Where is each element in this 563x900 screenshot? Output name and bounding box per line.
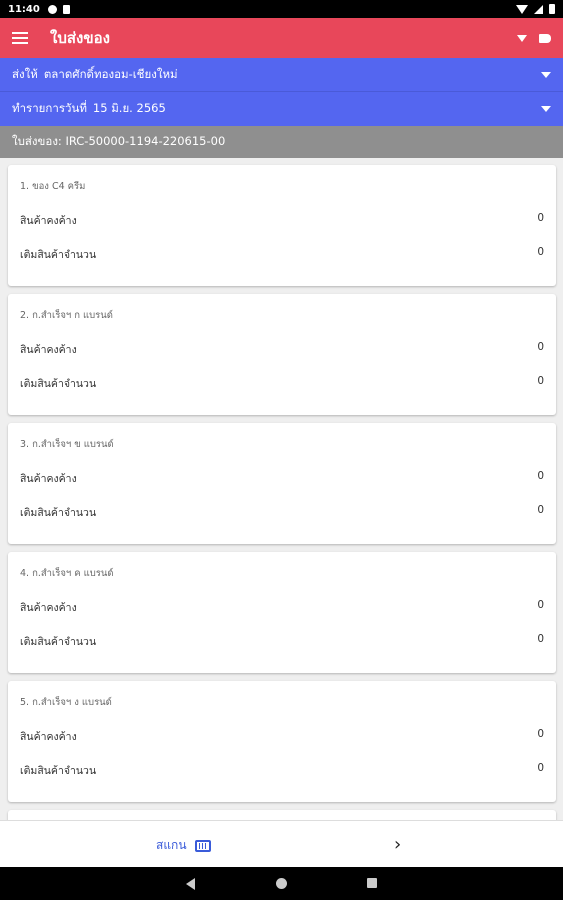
outstanding-label: สินค้าคงค้าง <box>20 473 77 485</box>
outstanding-value: 0 <box>537 599 544 611</box>
document-number: ใบส่งของ: IRC-50000-1194-220615-00 <box>12 134 226 148</box>
item-title: 4. ก.สำเร็จฯ ค แบรนด์ <box>20 568 114 579</box>
date-label: ทำรายการวันที่ <box>12 101 87 115</box>
outstanding-label: สินค้าคงค้าง <box>20 344 77 356</box>
outstanding-value: 0 <box>537 341 544 353</box>
recents-icon[interactable] <box>367 878 377 888</box>
item-title: 5. ก.สำเร็จฯ ง แบรนด์ <box>20 697 112 708</box>
signal-icon <box>534 4 543 14</box>
item-card[interactable] <box>8 810 556 820</box>
battery-icon <box>549 4 555 14</box>
refill-label: เติมสินค้าจำนวน <box>20 765 97 777</box>
item-card[interactable]: 3. ก.สำเร็จฯ ข แบรนด์ สินค้าคงค้าง 0 เติม… <box>8 423 556 544</box>
refill-label: เติมสินค้าจำนวน <box>20 636 97 648</box>
notification-icon <box>47 4 57 14</box>
status-time: 11:40 <box>8 3 40 15</box>
wifi-icon <box>516 4 528 14</box>
refill-value[interactable]: 0 <box>537 633 544 650</box>
item-card[interactable]: 2. ก.สำเร็จฯ ก แบรนด์ สินค้าคงค้าง 0 เติม… <box>8 294 556 415</box>
outstanding-label: สินค้าคงค้าง <box>20 731 77 743</box>
item-title: 3. ก.สำเร็จฯ ข แบรนด์ <box>20 439 114 450</box>
refill-value[interactable]: 0 <box>537 375 544 392</box>
date-value: 15 มิ.ย. 2565 <box>92 101 166 115</box>
storage-icon <box>62 4 70 14</box>
outstanding-value: 0 <box>537 212 544 224</box>
label-icon[interactable] <box>539 33 551 43</box>
page-title: ใบส่งของ <box>50 29 110 47</box>
scan-label: สแกน <box>156 838 187 852</box>
document-number-bar: ใบส่งของ: IRC-50000-1194-220615-00 <box>0 126 563 158</box>
dropdown-icon <box>541 71 551 78</box>
system-nav-bar <box>0 867 563 900</box>
status-bar: 11:40 <box>0 0 563 18</box>
filter-icon[interactable] <box>517 34 527 42</box>
recipient-selector[interactable]: ส่งให้ ตลาดศักดิ์ทองอม-เชียงใหม่ <box>0 58 563 92</box>
barcode-icon <box>194 839 211 852</box>
scan-button[interactable]: สแกน <box>156 836 211 855</box>
next-button[interactable]: › <box>394 834 401 855</box>
refill-value[interactable]: 0 <box>537 762 544 779</box>
home-icon[interactable] <box>276 878 287 889</box>
date-selector[interactable]: ทำรายการวันที่ 15 มิ.ย. 2565 <box>0 92 563 126</box>
item-card[interactable]: 1. ของ C4 ครีม สินค้าคงค้าง 0 เติมสินค้าจ… <box>8 165 556 286</box>
recipient-label: ส่งให้ <box>12 66 38 81</box>
recipient-value: ตลาดศักดิ์ทองอม-เชียงใหม่ <box>43 66 178 81</box>
outstanding-label: สินค้าคงค้าง <box>20 602 77 614</box>
item-title: 1. ของ C4 ครีม <box>20 181 86 192</box>
bottom-action-bar: สแกน › <box>0 820 563 867</box>
refill-label: เติมสินค้าจำนวน <box>20 507 97 519</box>
refill-label: เติมสินค้าจำนวน <box>20 378 97 390</box>
refill-value[interactable]: 0 <box>537 504 544 521</box>
outstanding-label: สินค้าคงค้าง <box>20 215 77 227</box>
back-icon[interactable] <box>186 878 195 890</box>
outstanding-value: 0 <box>537 728 544 740</box>
item-title: 2. ก.สำเร็จฯ ก แบรนด์ <box>20 310 113 321</box>
item-list[interactable]: 1. ของ C4 ครีม สินค้าคงค้าง 0 เติมสินค้าจ… <box>0 158 563 820</box>
item-card[interactable]: 4. ก.สำเร็จฯ ค แบรนด์ สินค้าคงค้าง 0 เติม… <box>8 552 556 673</box>
dropdown-icon <box>541 106 551 112</box>
app-bar: ใบส่งของ <box>0 18 563 58</box>
item-card[interactable]: 5. ก.สำเร็จฯ ง แบรนด์ สินค้าคงค้าง 0 เติม… <box>8 681 556 802</box>
menu-icon[interactable] <box>12 32 28 44</box>
refill-value[interactable]: 0 <box>537 246 544 263</box>
refill-label: เติมสินค้าจำนวน <box>20 249 97 261</box>
outstanding-value: 0 <box>537 470 544 482</box>
